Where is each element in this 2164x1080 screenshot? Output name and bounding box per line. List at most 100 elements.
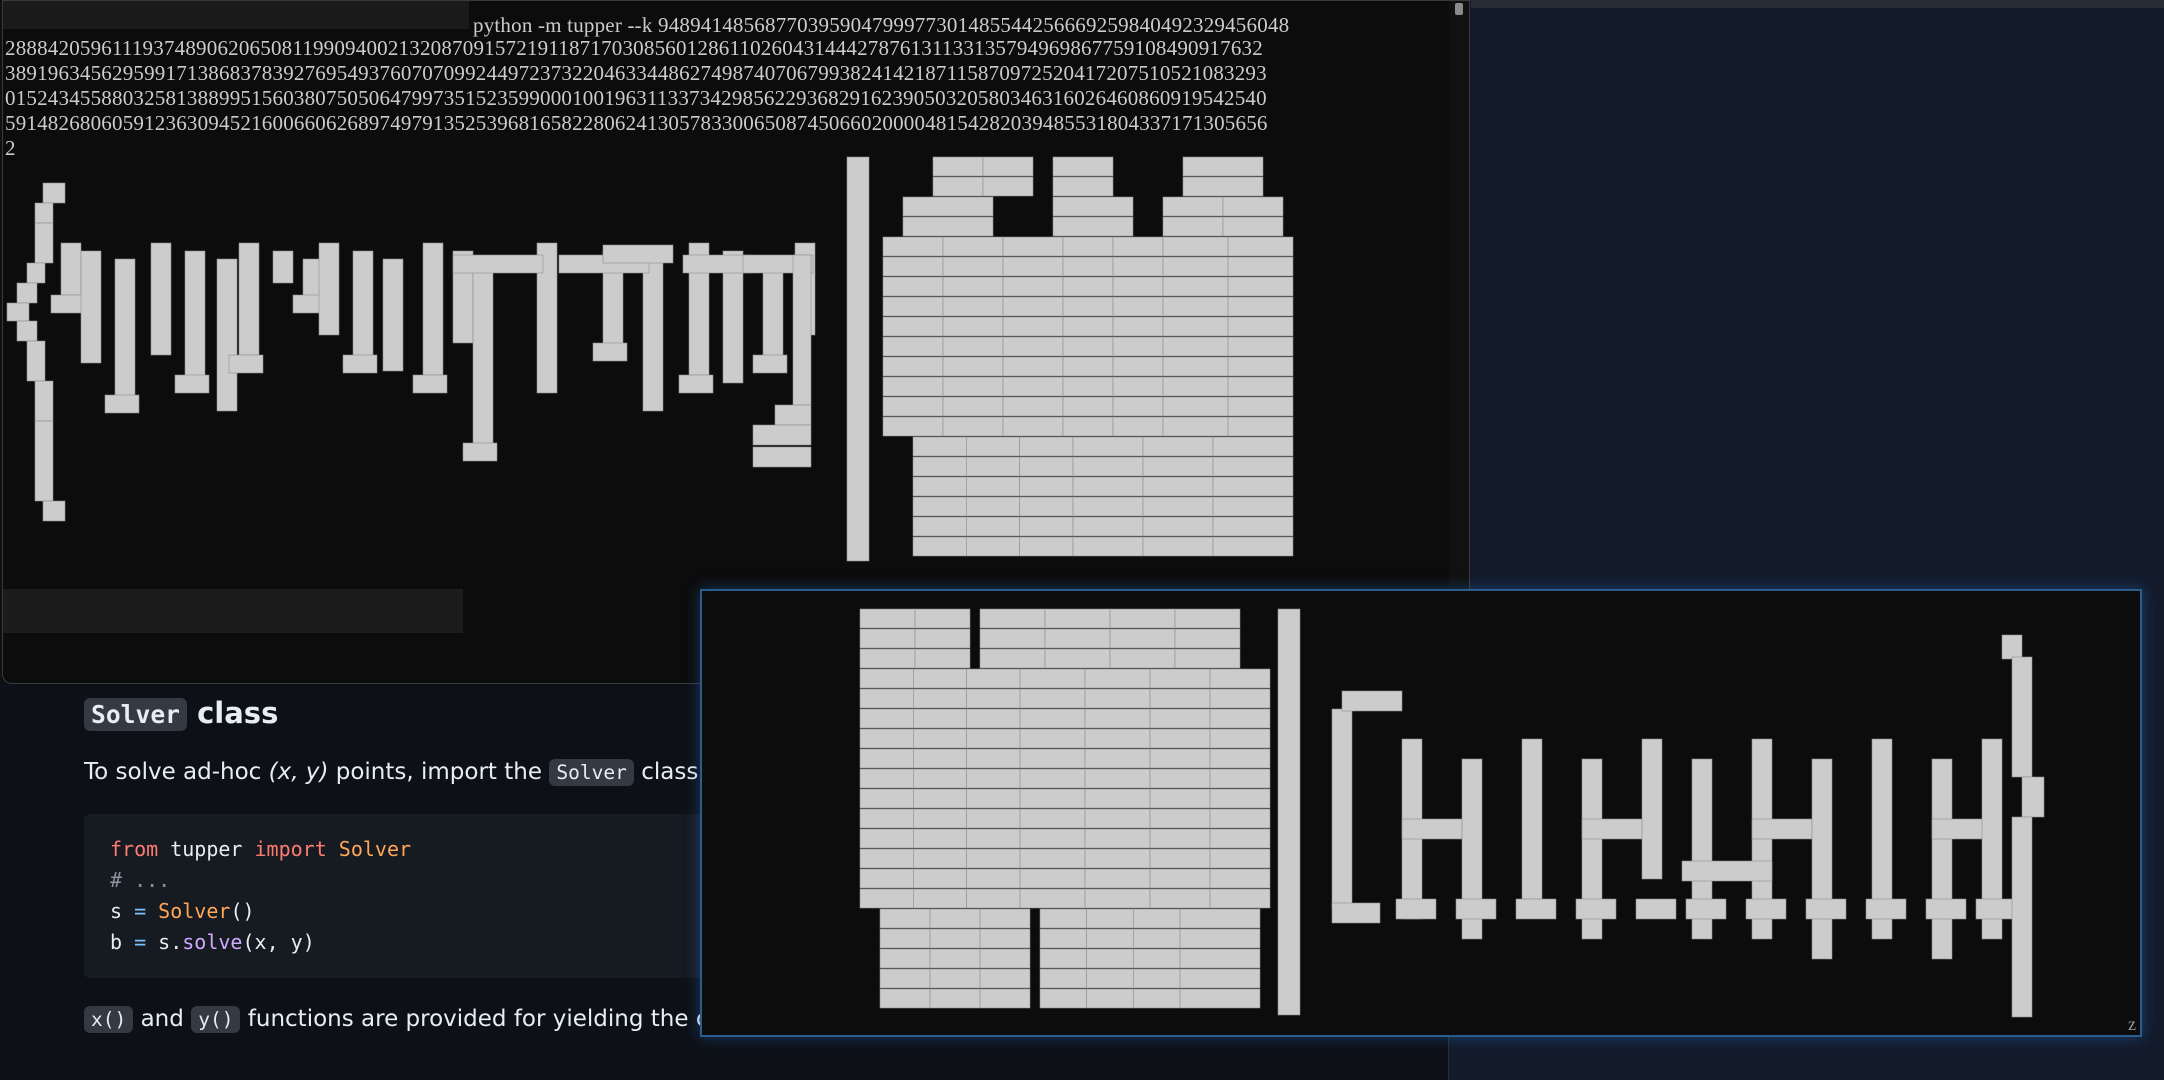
bitmap-pixel	[879, 948, 931, 969]
bitmap-pixel	[1227, 236, 1294, 257]
bitmap-pixel	[966, 516, 1020, 537]
bitmap-pixel	[1931, 758, 1953, 960]
bitmap-pixel	[1019, 808, 1086, 829]
bitmap-pixel	[1039, 928, 1087, 949]
bitmap-pixel	[912, 456, 967, 477]
bitmap-pixel	[752, 424, 812, 446]
tupper-bitmap-output	[6, 156, 1294, 562]
bitmap-pixel	[1072, 456, 1144, 477]
bitmap-pixel	[1084, 768, 1151, 789]
bitmap-pixel	[16, 320, 38, 342]
bitmap-pixel	[859, 688, 914, 709]
bitmap-pixel	[1179, 988, 1261, 1009]
bitmap-pixel	[913, 868, 967, 889]
bitmap-pixel	[1162, 376, 1229, 397]
bitmap-pixel	[150, 242, 172, 356]
bitmap-pixel	[1751, 818, 1813, 840]
bitmap-pixel	[882, 356, 944, 377]
bitmap-pixel	[602, 244, 674, 264]
bitmap-pixel	[966, 748, 1021, 769]
bitmap-pixel	[859, 708, 914, 729]
bitmap-pixel	[1209, 788, 1271, 809]
bitmap-pixel	[1062, 356, 1114, 377]
bitmap-pixel	[913, 808, 967, 829]
bitmap-pixel	[1002, 396, 1064, 417]
bitmap-pixel	[979, 648, 1046, 669]
bitmap-pixel	[1149, 868, 1211, 889]
bitmap-pixel	[882, 336, 944, 357]
bitmap-pixel	[1174, 628, 1241, 649]
bitmap-pixel	[1112, 336, 1164, 357]
bitmap-pixel	[1209, 888, 1271, 909]
code-token: tupper	[158, 837, 255, 861]
bitmap-pixel	[60, 242, 82, 296]
bitmap-pixel	[1179, 928, 1261, 949]
bitmap-pixel	[859, 608, 916, 629]
bitmap-pixel	[1062, 296, 1114, 317]
bitmap-pixel	[1149, 748, 1211, 769]
bitmap-pixel	[979, 948, 1031, 969]
bitmap-pixel	[1805, 898, 1847, 920]
bitmap-pixel	[1331, 902, 1381, 924]
scrollbar-thumb[interactable]	[1455, 3, 1463, 15]
bitmap-pixel	[1521, 738, 1543, 900]
bitmap-pixel	[1019, 848, 1086, 869]
bitmap-pixel	[1227, 396, 1294, 417]
code-token: =	[134, 899, 147, 923]
bitmap-pixel	[1039, 948, 1087, 969]
bitmap-pixel	[1133, 948, 1181, 969]
bitmap-pixel	[979, 628, 1046, 649]
bitmap-pixel	[859, 848, 914, 869]
scrollbar-track[interactable]	[1449, 1, 1469, 683]
bitmap-pixel	[1002, 296, 1064, 317]
code-token: from	[110, 837, 159, 861]
bitmap-pixel	[1212, 516, 1294, 537]
terminal-window-main[interactable]: python -m tupper --k 9489414856877039590…	[2, 0, 1470, 684]
code-token: b	[110, 930, 135, 954]
x-func-code: x()	[84, 1006, 134, 1033]
code-token: s.	[146, 930, 183, 954]
bitmap-pixel	[913, 748, 967, 769]
bitmap-pixel	[1019, 456, 1074, 477]
bitmap-pixel	[352, 250, 374, 364]
bitmap-pixel	[879, 968, 931, 989]
bitmap-pixel	[1086, 948, 1134, 969]
code-token: s	[110, 899, 135, 923]
bitmap-pixel	[882, 376, 944, 397]
code-token: Solver	[146, 899, 231, 923]
bitmap-pixel	[642, 258, 664, 412]
bitmap-pixel	[942, 276, 1004, 297]
bitmap-pixel	[1044, 648, 1111, 669]
bitmap-pixel	[942, 396, 1004, 417]
bitmap-pixel	[1112, 296, 1164, 317]
bitmap-pixel	[942, 296, 1004, 317]
bitmap-pixel	[228, 354, 264, 374]
bitmap-pixel	[913, 708, 967, 729]
bitmap-pixel	[966, 688, 1021, 709]
bitmap-pixel	[1142, 476, 1214, 497]
code-token: Solver	[326, 837, 412, 861]
bitmap-pixel	[1162, 296, 1229, 317]
code-token: ()	[230, 899, 255, 923]
bitmap-pixel	[966, 848, 1021, 869]
terminal-window-overlay[interactable]: z	[700, 589, 2142, 1037]
bitmap-pixel	[1084, 788, 1151, 809]
bitmap-pixel	[1109, 608, 1176, 629]
bitmap-pixel	[1039, 908, 1087, 929]
bitmap-pixel	[50, 294, 86, 314]
bitmap-pixel	[1575, 898, 1617, 920]
bitmap-pixel	[1019, 708, 1086, 729]
bitmap-pixel	[1084, 668, 1151, 689]
bitmap-pixel	[879, 908, 931, 929]
bitmap-pixel	[104, 394, 140, 414]
bitmap-pixel	[942, 376, 1004, 397]
bitmap-pixel	[942, 256, 1004, 277]
bitmap-pixel	[1062, 416, 1114, 437]
bitmap-pixel	[1002, 316, 1064, 337]
bitmap-pixel	[2021, 776, 2045, 818]
bitmap-pixel	[912, 436, 967, 457]
bitmap-pixel	[859, 888, 914, 909]
panel-top-border	[1471, 0, 2164, 8]
bitmap-pixel	[914, 608, 971, 629]
bitmap-pixel	[1277, 608, 1301, 1016]
